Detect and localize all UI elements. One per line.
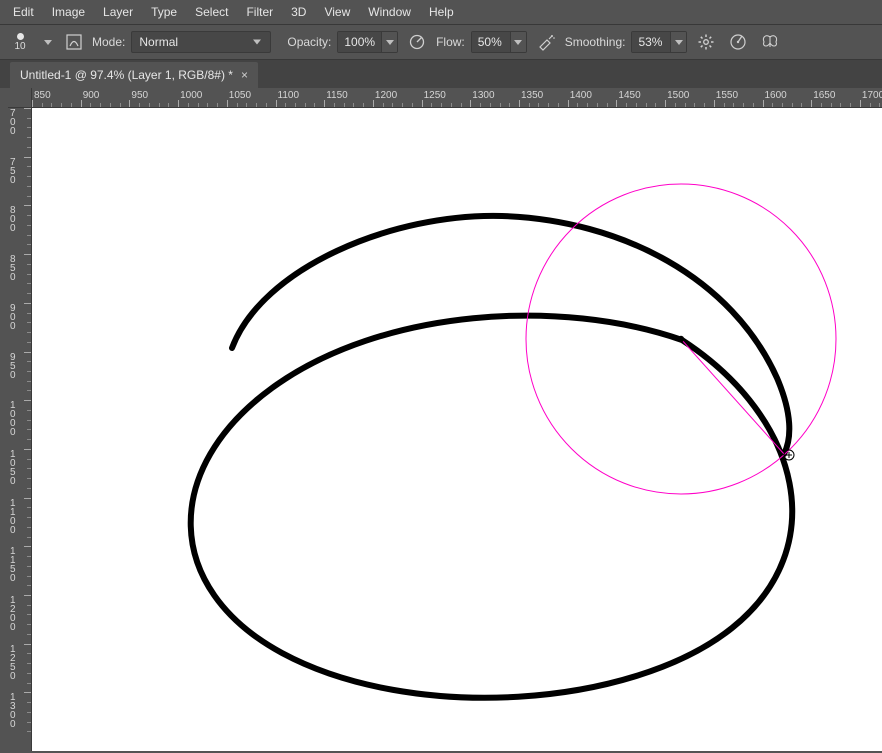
menu-window[interactable]: Window — [359, 1, 420, 23]
blend-mode-dropdown[interactable]: Normal — [131, 31, 271, 53]
opacity-dropdown[interactable] — [381, 32, 397, 52]
close-icon[interactable]: × — [241, 69, 248, 81]
smoothing-value[interactable]: 53% — [632, 32, 670, 52]
brush-settings-panel-button[interactable] — [62, 30, 86, 54]
flow-dropdown[interactable] — [510, 32, 526, 52]
smoothing-field[interactable]: 53% — [631, 31, 687, 53]
ruler-horizontal[interactable]: 8509009501000105011001150120012501300135… — [32, 88, 882, 108]
brush-size-label: 10 — [14, 41, 25, 52]
opacity-field[interactable]: 100% — [337, 31, 398, 53]
ruler-corner — [8, 88, 32, 108]
menu-type[interactable]: Type — [142, 1, 186, 23]
flow-value[interactable]: 50% — [472, 32, 510, 52]
airbrush-button[interactable] — [533, 29, 559, 55]
stroke-arc — [232, 216, 789, 454]
smoothing-options-button[interactable] — [693, 29, 719, 55]
menu-select[interactable]: Select — [186, 1, 237, 23]
chevron-down-icon — [386, 40, 394, 45]
brush-cursor-dot — [678, 336, 684, 342]
blend-mode-value: Normal — [139, 35, 178, 49]
smoothing-dropdown[interactable] — [670, 32, 686, 52]
menu-help[interactable]: Help — [420, 1, 463, 23]
menu-edit[interactable]: Edit — [4, 1, 43, 23]
options-bar: 10 Mode: Normal Opacity: 100% Flow: 50% — [0, 24, 882, 60]
document-canvas[interactable] — [32, 108, 882, 751]
canvas-strokes — [32, 108, 882, 753]
smoothing-label: Smoothing: — [565, 35, 626, 49]
opacity-value[interactable]: 100% — [338, 32, 381, 52]
pressure-opacity-button[interactable] — [404, 29, 430, 55]
mode-label: Mode: — [92, 35, 125, 49]
brush-dot-icon — [17, 33, 24, 40]
flow-label: Flow: — [436, 35, 465, 49]
brush-preset-picker[interactable]: 10 — [6, 28, 34, 56]
document-tab-bar: Untitled-1 @ 97.4% (Layer 1, RGB/8#) * × — [0, 60, 882, 88]
opacity-label: Opacity: — [287, 35, 331, 49]
butterfly-icon — [760, 32, 780, 52]
document-tab[interactable]: Untitled-1 @ 97.4% (Layer 1, RGB/8#) * × — [10, 62, 258, 88]
symmetry-button[interactable] — [757, 29, 783, 55]
chevron-down-icon[interactable] — [44, 40, 52, 45]
menu-layer[interactable]: Layer — [94, 1, 142, 23]
menu-3d[interactable]: 3D — [282, 1, 315, 23]
chevron-down-icon — [675, 40, 683, 45]
ruler-vertical[interactable]: 7007508008509009501000105011001150120012… — [8, 108, 32, 751]
stroke-ellipse — [191, 316, 792, 698]
pressure-size-button[interactable] — [725, 29, 751, 55]
gear-icon — [697, 33, 715, 51]
menu-image[interactable]: Image — [43, 1, 94, 23]
chevron-down-icon — [514, 40, 522, 45]
menu-view[interactable]: View — [315, 1, 359, 23]
document-tab-title: Untitled-1 @ 97.4% (Layer 1, RGB/8#) * — [20, 68, 233, 82]
workspace: 8509009501000105011001150120012501300135… — [0, 88, 882, 751]
chevron-down-icon — [253, 40, 261, 45]
menu-bar: Edit Image Layer Type Select Filter 3D V… — [0, 0, 882, 24]
flow-field[interactable]: 50% — [471, 31, 527, 53]
menu-filter[interactable]: Filter — [237, 1, 282, 23]
